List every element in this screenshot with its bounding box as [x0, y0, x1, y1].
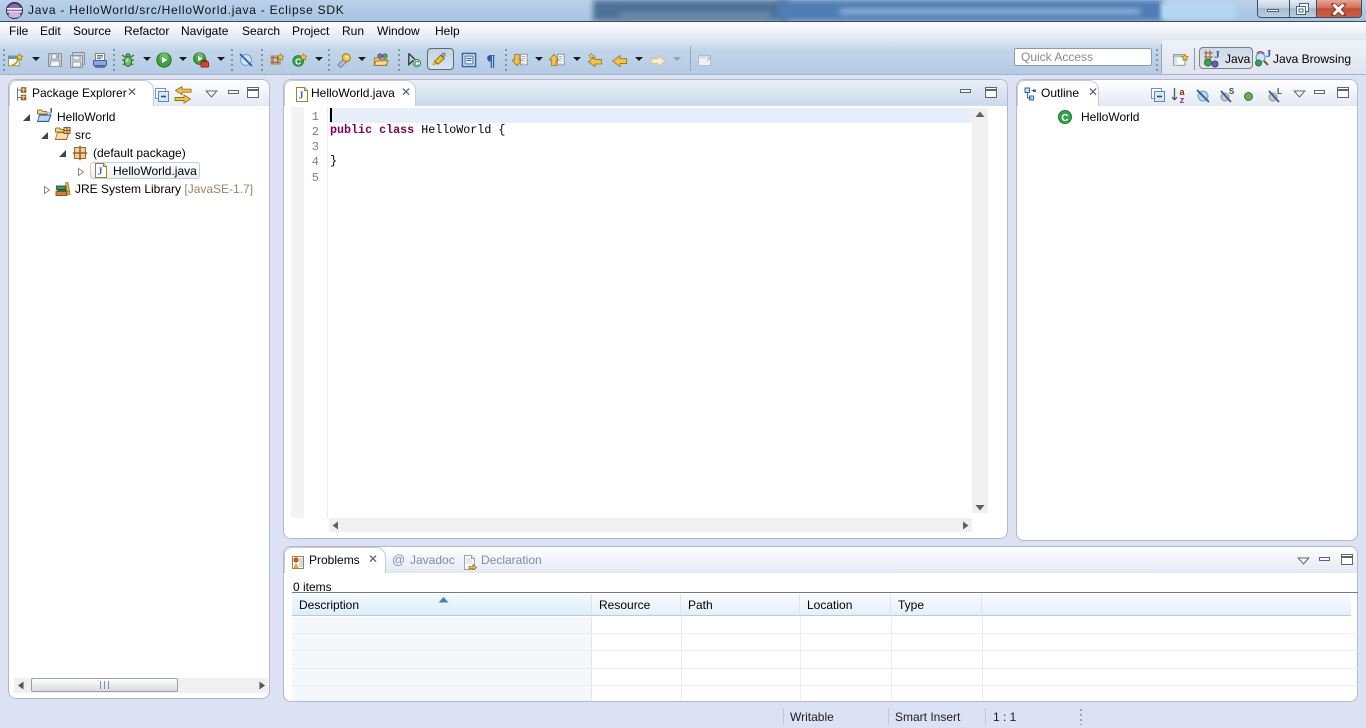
svg-text:J: J	[299, 91, 304, 102]
svg-text:C: C	[1061, 113, 1068, 124]
svg-text:J: J	[98, 167, 103, 178]
svg-text:¶: ¶	[486, 52, 495, 68]
svg-text:J: J	[48, 108, 53, 117]
svg-text:S: S	[1229, 87, 1235, 96]
svg-text:z: z	[1180, 95, 1185, 104]
svg-text:C: C	[295, 56, 301, 66]
svg-text:L: L	[1277, 87, 1282, 96]
svg-text:J: J	[1214, 49, 1220, 61]
svg-text:J: J	[1266, 49, 1272, 60]
svg-text:C: C	[414, 59, 420, 68]
